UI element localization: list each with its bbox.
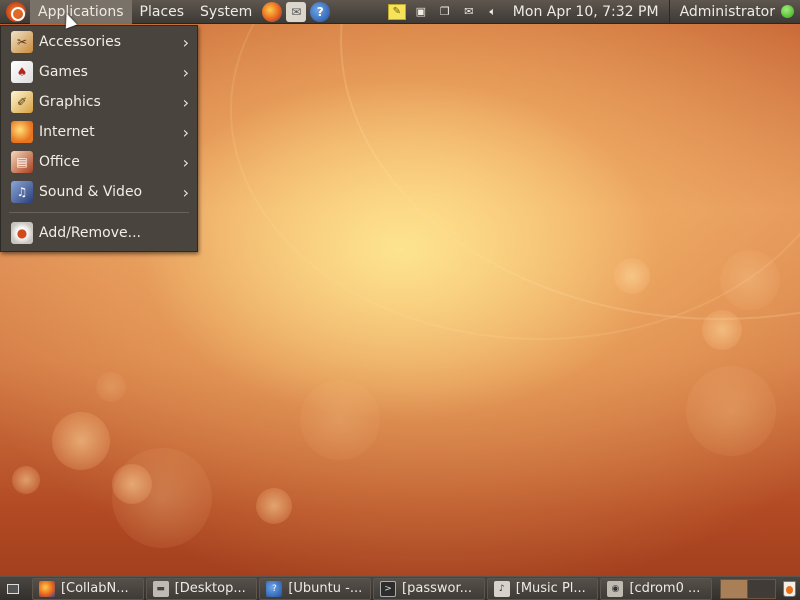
menu-item-office[interactable]: ▤ Office ›: [1, 147, 197, 177]
clock[interactable]: Mon Apr 10, 7:32 PM: [505, 4, 669, 20]
system-menu-label: System: [200, 3, 253, 20]
bokeh-light: [614, 258, 650, 294]
chevron-right-icon: ›: [182, 153, 189, 172]
bokeh-light: [686, 366, 776, 456]
menu-item-label: Graphics: [39, 94, 101, 110]
top-panel: Applications Places System ✉ ? ✎ ▣ ❐ ✉ 🔈…: [0, 0, 800, 24]
task-label: [passwor...: [402, 581, 473, 596]
menu-item-label: Sound & Video: [39, 184, 143, 200]
menu-separator: [9, 212, 189, 213]
menu-item-accessories[interactable]: ✂ Accessories ›: [1, 27, 197, 57]
applications-dropdown: ✂ Accessories › ♠ Games › ✐ Graphics › I…: [0, 25, 198, 252]
chevron-right-icon: ›: [182, 33, 189, 52]
places-menu[interactable]: Places: [132, 0, 193, 24]
help-icon[interactable]: ?: [310, 1, 331, 22]
bokeh-light: [256, 488, 292, 524]
menu-item-sound-video[interactable]: ♫ Sound & Video ›: [1, 177, 197, 207]
chevron-right-icon: ›: [182, 123, 189, 142]
workspace-1[interactable]: [720, 578, 749, 599]
status-available-icon: [781, 5, 794, 18]
menu-item-label: Add/Remove...: [39, 225, 141, 241]
bokeh-light: [300, 380, 380, 460]
show-desktop-icon: [6, 583, 19, 594]
bokeh-light: [720, 250, 780, 310]
graphics-icon: ✐: [11, 91, 33, 113]
bokeh-light: [112, 448, 212, 548]
menu-item-internet[interactable]: Internet ›: [1, 117, 197, 147]
taskbar-button-password[interactable]: > [passwor...: [373, 577, 485, 600]
applications-menu[interactable]: Applications: [30, 0, 132, 24]
firefox-icon[interactable]: [262, 1, 283, 22]
taskbar-button-ubuntu-help[interactable]: ? [Ubuntu -...: [259, 577, 372, 600]
music-player-icon: ♪: [493, 580, 510, 597]
notes-icon[interactable]: ✎: [387, 3, 406, 20]
taskbar-button-collabnet[interactable]: [CollabN...: [31, 577, 144, 600]
system-menu[interactable]: System: [192, 0, 260, 24]
bokeh-light: [702, 310, 742, 350]
accessories-icon: ✂: [11, 31, 33, 53]
task-label: [CollabN...: [60, 581, 129, 596]
folder-icon: ▬: [152, 580, 169, 597]
cdrom-icon: ◉: [607, 580, 624, 597]
firefox-icon: [38, 580, 55, 597]
task-label: [Ubuntu -...: [288, 581, 363, 596]
trash-icon[interactable]: [780, 578, 800, 600]
user-name: Administrator: [679, 3, 775, 20]
taskbar-button-desktop[interactable]: ▬ [Desktop...: [145, 577, 258, 600]
menu-item-label: Internet: [39, 124, 95, 140]
chevron-right-icon: ›: [182, 63, 189, 82]
games-icon: ♠: [11, 61, 33, 83]
menu-item-games[interactable]: ♠ Games ›: [1, 57, 197, 87]
internet-icon: [11, 121, 33, 143]
bokeh-light: [52, 412, 110, 470]
bokeh-light: [96, 372, 126, 402]
user-switcher[interactable]: Administrator: [668, 0, 800, 24]
taskbar-button-music-player[interactable]: ♪ [Music Pl...: [486, 577, 599, 600]
volume-icon[interactable]: 🔈︎: [484, 4, 502, 20]
task-label: [Desktop...: [174, 581, 246, 596]
task-label: [Music Pl...: [515, 581, 586, 596]
sound-video-icon: ♫: [11, 181, 33, 203]
menu-item-add-remove[interactable]: ● Add/Remove...: [1, 218, 197, 248]
chevron-right-icon: ›: [182, 93, 189, 112]
mail-icon[interactable]: ✉: [460, 4, 478, 20]
office-icon: ▤: [11, 151, 33, 173]
terminal-icon: >: [380, 580, 397, 597]
evolution-mail-icon[interactable]: ✉: [286, 1, 307, 22]
menu-item-label: Accessories: [39, 34, 122, 50]
wallpaper-arc: [230, 0, 800, 340]
places-menu-label: Places: [139, 3, 185, 20]
chevron-right-icon: ›: [182, 183, 189, 202]
menu-item-label: Office: [39, 154, 80, 170]
applications-menu-label: Applications: [38, 3, 124, 20]
trash-can-icon: [783, 580, 797, 597]
add-remove-icon: ●: [11, 222, 33, 244]
window-icon[interactable]: ❐: [436, 4, 454, 20]
menu-item-label: Games: [39, 64, 88, 80]
workspace-2[interactable]: [748, 578, 776, 599]
help-icon: ?: [266, 580, 283, 597]
taskbar-button-cdrom[interactable]: ◉ [cdrom0 ...: [600, 577, 713, 600]
bottom-panel: [CollabN... ▬ [Desktop... ? [Ubuntu -...…: [0, 576, 800, 600]
task-label: [cdrom0 ...: [629, 581, 701, 596]
menu-item-graphics[interactable]: ✐ Graphics ›: [1, 87, 197, 117]
network-icon[interactable]: ▣: [412, 4, 430, 20]
system-tray: ✎ ▣ ❐ ✉ 🔈︎ Mon Apr 10, 7:32 PM Administr…: [385, 0, 800, 24]
show-desktop-button[interactable]: [2, 578, 24, 600]
bokeh-light: [12, 466, 40, 494]
ubuntu-logo-icon[interactable]: [6, 1, 26, 22]
